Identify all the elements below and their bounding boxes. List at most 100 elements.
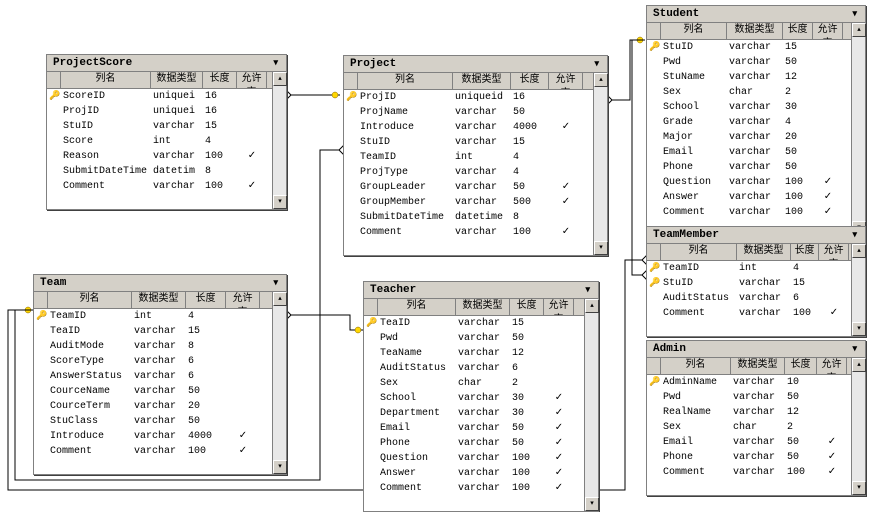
table-row[interactable]: CourceTermvarchar20 [34, 399, 272, 414]
table-row[interactable]: Phonevarchar50 [647, 160, 851, 175]
scrollbar[interactable]: ▴ ▾ [851, 358, 865, 495]
scroll-down-icon[interactable]: ▾ [273, 195, 287, 209]
table-row[interactable]: 🔑TeaIDvarchar15 [364, 316, 584, 331]
table-row[interactable]: AnswerStatusvarchar6 [34, 369, 272, 384]
scroll-track[interactable] [273, 86, 286, 195]
table-row[interactable]: 🔑TeamIDint4 [647, 261, 851, 276]
table-row[interactable]: Schoolvarchar30 [647, 100, 851, 115]
scroll-down-icon[interactable]: ▾ [273, 460, 287, 474]
collapse-icon[interactable]: ▾ [850, 9, 859, 19]
table-row[interactable]: Sexchar2 [647, 85, 851, 100]
table-row[interactable]: Pwdvarchar50 [647, 55, 851, 70]
table-row[interactable]: Commentvarchar100✓ [34, 444, 272, 459]
table-row[interactable]: StuIDvarchar15 [47, 119, 272, 134]
table-row[interactable]: Majorvarchar20 [647, 130, 851, 145]
scrollbar[interactable]: ▴ ▾ [851, 23, 865, 235]
table-row[interactable]: Introducevarchar4000✓ [344, 120, 593, 135]
scroll-down-icon[interactable]: ▾ [852, 322, 866, 336]
scroll-track[interactable] [852, 258, 865, 322]
table-row[interactable]: AuditStatusvarchar6 [647, 291, 851, 306]
scrollbar[interactable]: ▴ ▾ [272, 292, 286, 474]
table-row[interactable]: Scoreint4 [47, 134, 272, 149]
scroll-track[interactable] [585, 313, 598, 497]
table-row[interactable]: Questionvarchar100✓ [364, 451, 584, 466]
table-teammember[interactable]: TeamMember ▾ 列名数据类型长度允许空🔑TeamIDint4🔑StuI… [646, 226, 866, 337]
collapse-icon[interactable]: ▾ [271, 278, 280, 288]
scroll-up-icon[interactable]: ▴ [273, 72, 287, 86]
scroll-down-icon[interactable]: ▾ [852, 481, 866, 495]
table-row[interactable]: Sexchar2 [364, 376, 584, 391]
table-row[interactable]: AuditModevarchar8 [34, 339, 272, 354]
table-row[interactable]: Introducevarchar4000✓ [34, 429, 272, 444]
table-row[interactable]: 🔑TeamIDint4 [34, 309, 272, 324]
table-row[interactable]: StuClassvarchar50 [34, 414, 272, 429]
table-projectscore[interactable]: ProjectScore ▾ 列名数据类型长度允许空🔑ScoreIDunique… [46, 54, 287, 210]
table-row[interactable]: Emailvarchar50✓ [647, 435, 851, 450]
table-row[interactable]: ProjTypevarchar4 [344, 165, 593, 180]
table-title-bar[interactable]: Team ▾ [34, 275, 286, 292]
table-row[interactable]: Schoolvarchar30✓ [364, 391, 584, 406]
table-row[interactable]: Commentvarchar100✓ [647, 306, 851, 321]
table-teacher[interactable]: Teacher ▾ 列名数据类型长度允许空🔑TeaIDvarchar15Pwdv… [363, 281, 599, 512]
scrollbar[interactable]: ▴ ▾ [851, 244, 865, 336]
table-row[interactable]: TeamIDint4 [344, 150, 593, 165]
scrollbar[interactable]: ▴ ▾ [584, 299, 598, 511]
table-row[interactable]: Sexchar2 [647, 420, 851, 435]
table-team[interactable]: Team ▾ 列名数据类型长度允许空🔑TeamIDint4TeaIDvarcha… [33, 274, 287, 475]
table-row[interactable]: Commentvarchar100✓ [344, 225, 593, 240]
table-row[interactable]: SubmitDateTimedatetim8 [47, 164, 272, 179]
table-row[interactable]: Answervarchar100✓ [647, 190, 851, 205]
table-row[interactable]: Phonevarchar50✓ [647, 450, 851, 465]
table-row[interactable]: 🔑ProjIDuniqueid16 [344, 90, 593, 105]
table-row[interactable]: Pwdvarchar50 [647, 390, 851, 405]
table-row[interactable]: Departmentvarchar30✓ [364, 406, 584, 421]
collapse-icon[interactable]: ▾ [850, 344, 859, 354]
scroll-track[interactable] [852, 372, 865, 481]
table-row[interactable]: StuNamevarchar12 [647, 70, 851, 85]
table-title-bar[interactable]: TeamMember ▾ [647, 227, 865, 244]
table-row[interactable]: ProjNamevarchar50 [344, 105, 593, 120]
table-title-bar[interactable]: Teacher ▾ [364, 282, 598, 299]
table-row[interactable]: TeaNamevarchar12 [364, 346, 584, 361]
table-row[interactable]: GroupLeadervarchar50✓ [344, 180, 593, 195]
table-row[interactable]: GroupMembervarchar500✓ [344, 195, 593, 210]
table-row[interactable]: Emailvarchar50✓ [364, 421, 584, 436]
scroll-up-icon[interactable]: ▴ [594, 73, 608, 87]
table-row[interactable]: Reasonvarchar100✓ [47, 149, 272, 164]
table-row[interactable]: TeaIDvarchar15 [34, 324, 272, 339]
scroll-up-icon[interactable]: ▴ [852, 23, 866, 37]
table-row[interactable]: Commentvarchar100✓ [364, 481, 584, 496]
table-row[interactable]: 🔑ScoreIDuniquei16 [47, 89, 272, 104]
table-row[interactable]: Questionvarchar100✓ [647, 175, 851, 190]
table-student[interactable]: Student ▾ 列名数据类型长度允许空🔑StuIDvarchar15Pwdv… [646, 5, 866, 236]
table-title-bar[interactable]: Admin ▾ [647, 341, 865, 358]
table-row[interactable]: CourceNamevarchar50 [34, 384, 272, 399]
table-row[interactable]: 🔑StuIDvarchar15 [647, 276, 851, 291]
scroll-down-icon[interactable]: ▾ [594, 241, 608, 255]
table-admin[interactable]: Admin ▾ 列名数据类型长度允许空🔑AdminNamevarchar10Pw… [646, 340, 866, 496]
table-row[interactable]: Gradevarchar4 [647, 115, 851, 130]
scroll-up-icon[interactable]: ▴ [852, 244, 866, 258]
table-row[interactable]: StuIDvarchar15 [344, 135, 593, 150]
table-title-bar[interactable]: ProjectScore ▾ [47, 55, 286, 72]
collapse-icon[interactable]: ▾ [592, 59, 601, 69]
table-row[interactable]: Commentvarchar100✓ [47, 179, 272, 194]
table-project[interactable]: Project ▾ 列名数据类型长度允许空🔑ProjIDuniqueid16Pr… [343, 55, 608, 256]
table-row[interactable]: 🔑StuIDvarchar15 [647, 40, 851, 55]
table-title-bar[interactable]: Student ▾ [647, 6, 865, 23]
table-row[interactable]: ScoreTypevarchar6 [34, 354, 272, 369]
scroll-track[interactable] [852, 37, 865, 221]
collapse-icon[interactable]: ▾ [271, 58, 280, 68]
table-row[interactable]: Commentvarchar100✓ [647, 465, 851, 480]
collapse-icon[interactable]: ▾ [583, 285, 592, 295]
scroll-up-icon[interactable]: ▴ [852, 358, 866, 372]
scroll-track[interactable] [594, 87, 607, 241]
table-row[interactable]: Phonevarchar50✓ [364, 436, 584, 451]
scroll-up-icon[interactable]: ▴ [585, 299, 599, 313]
table-row[interactable]: Pwdvarchar50 [364, 331, 584, 346]
table-row[interactable]: Emailvarchar50 [647, 145, 851, 160]
scrollbar[interactable]: ▴ ▾ [593, 73, 607, 255]
table-row[interactable]: ProjIDuniquei16 [47, 104, 272, 119]
scroll-track[interactable] [273, 306, 286, 460]
table-row[interactable]: RealNamevarchar12 [647, 405, 851, 420]
